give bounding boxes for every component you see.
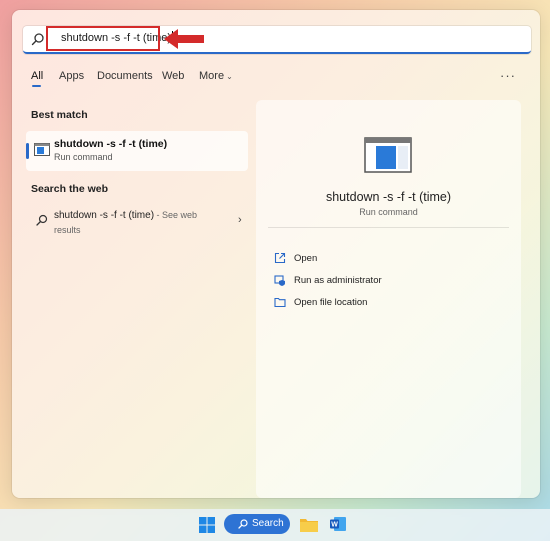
red-arrow-annotation [164,29,204,49]
folder-icon [274,297,286,308]
shield-admin-icon [274,275,285,286]
tab-all[interactable]: All [31,70,43,82]
active-tab-indicator [32,85,41,87]
taskbar-search-button[interactable]: Search [224,514,290,534]
action-run-as-admin-label: Run as administrator [294,275,382,286]
web-search-title: shutdown -s -f -t (time) - See web [54,210,198,221]
taskbar: Search W [0,509,550,541]
start-search-panel: shutdown -s -f -t (time) All Apps Docume… [12,10,540,498]
chevron-right-icon[interactable]: › [238,214,242,226]
tab-apps[interactable]: Apps [59,70,84,82]
search-icon [238,519,248,529]
chevron-down-icon: ⌄ [226,72,233,81]
best-match-subtitle: Run command [54,152,113,162]
detail-title: shutdown -s -f -t (time) [325,190,452,204]
detail-subtitle: Run command [359,207,418,217]
web-search-item[interactable]: shutdown -s -f -t (time) - See web resul… [26,206,248,240]
detail-pane: shutdown -s -f -t (time) Run command Ope… [256,100,521,498]
divider [268,227,509,228]
search-icon [36,214,48,226]
taskbar-search-label: Search [252,518,284,529]
tab-more[interactable]: More ⌄ [199,70,233,82]
open-external-icon [274,252,286,264]
web-search-results-text: results [54,225,81,235]
windows-start-icon[interactable] [199,517,215,533]
word-app-icon[interactable]: W [330,516,346,532]
run-command-icon [34,143,50,156]
web-search-heading: Search the web [31,183,109,195]
action-open-label: Open [294,253,318,264]
query-highlight-box [46,26,160,51]
file-explorer-icon[interactable] [300,517,318,532]
action-open-file-location-label: Open file location [294,297,368,308]
tab-documents[interactable]: Documents [97,70,153,82]
best-match-title: shutdown -s -f -t (time) [54,138,168,150]
search-icon [31,33,44,46]
best-match-item[interactable]: shutdown -s -f -t (time) Run command [26,131,248,171]
run-command-icon [364,137,412,173]
svg-text:W: W [331,522,338,529]
selection-indicator [26,143,29,159]
best-match-heading: Best match [31,109,88,121]
more-options-icon[interactable]: ··· [500,68,516,83]
tab-web[interactable]: Web [162,70,184,82]
